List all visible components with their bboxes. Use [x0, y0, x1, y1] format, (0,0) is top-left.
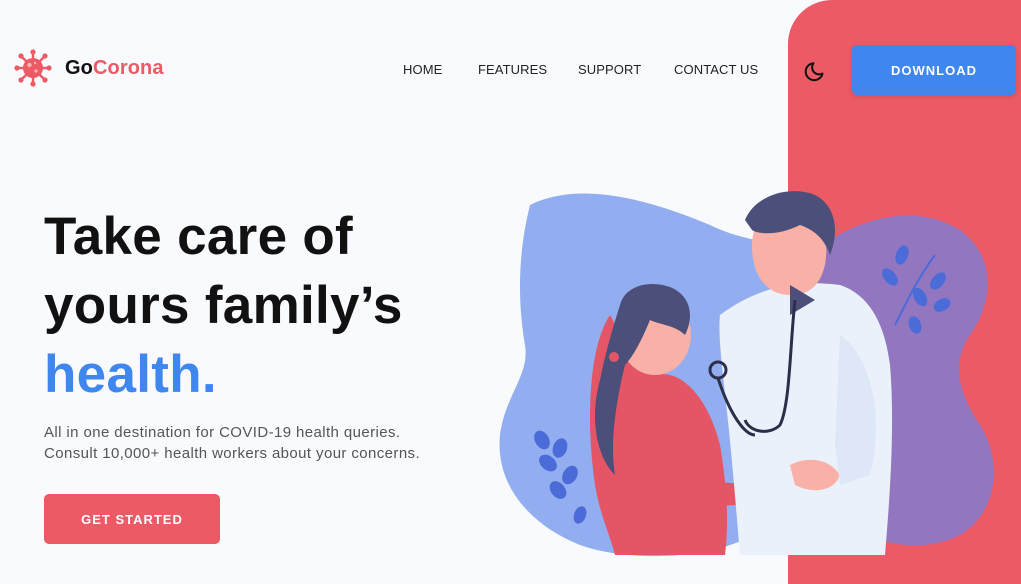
hero-subtitle: All in one destination for COVID-19 heal… — [44, 422, 420, 464]
brand-name: GoCorona — [65, 57, 164, 80]
virus-icon — [14, 48, 52, 88]
nav-item-home[interactable]: HOME — [403, 62, 442, 77]
download-button[interactable]: DOWNLOAD — [852, 45, 1016, 95]
brand-name-prefix: Go — [65, 56, 93, 79]
hero-headline: Take care of yours family’s health. — [44, 202, 403, 409]
doctor-patient-illustration — [490, 185, 1010, 570]
nav-item-contact-us[interactable]: CONTACT US — [674, 62, 758, 77]
brand-logo[interactable]: GoCorona — [14, 48, 164, 88]
get-started-button[interactable]: GET STARTED — [44, 494, 220, 544]
moon-icon[interactable] — [803, 59, 827, 88]
hero-headline-line-1: Take care of — [44, 207, 353, 266]
hero-headline-line-2: yours family’s — [44, 276, 403, 335]
hero-subtitle-line-1: All in one destination for COVID-19 heal… — [44, 424, 401, 441]
nav-item-support[interactable]: SUPPORT — [578, 62, 641, 77]
brand-name-suffix: Corona — [92, 56, 164, 79]
hero-headline-accent: health. — [44, 345, 217, 404]
hero-subtitle-line-2: Consult 10,000+ health workers about you… — [44, 445, 421, 462]
nav-item-features[interactable]: FEATURES — [478, 62, 547, 77]
